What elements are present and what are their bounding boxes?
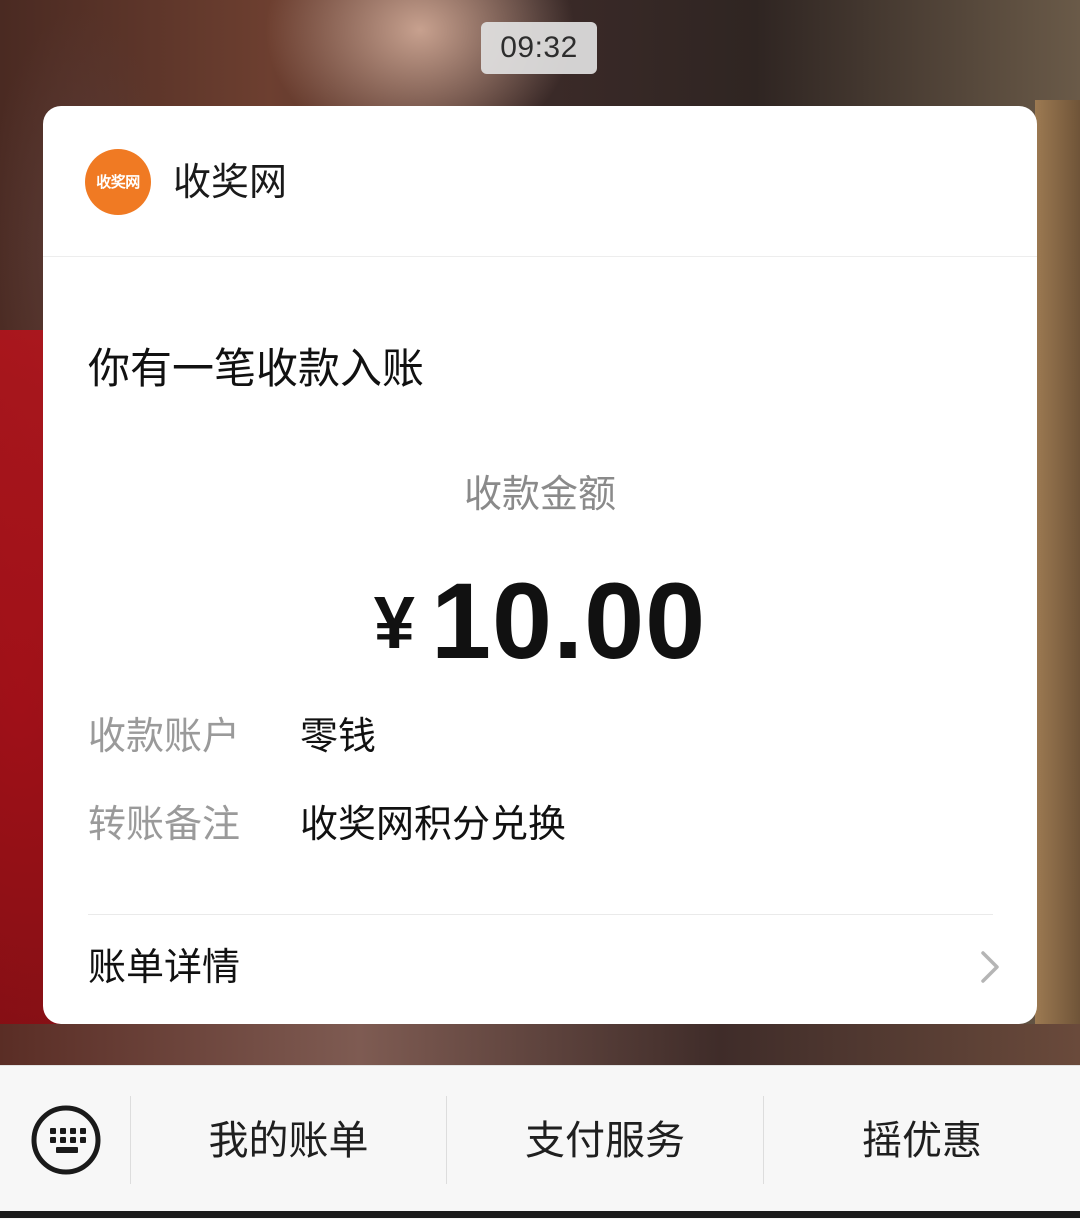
card-body: 你有一笔收款入账 收款金额 ¥10.00 收款账户 零钱 转账备注 收奖网积分兑换 … xyxy=(43,256,1037,1024)
brand-name: 收奖网 xyxy=(173,160,288,204)
detail-label: 收款账户 xyxy=(88,714,241,758)
background-wood-pillar xyxy=(1035,100,1080,1060)
chevron-right-icon xyxy=(981,951,999,983)
menu-shake-discounts[interactable]: 摇优惠 xyxy=(764,1098,1080,1184)
screen-bottom-edge xyxy=(0,1211,1080,1218)
bill-details-link[interactable]: 账单详情 xyxy=(43,915,1037,1024)
bottom-menu-bar: 我的账单 支付服务 摇优惠 xyxy=(0,1065,1080,1219)
amount-label: 收款金额 xyxy=(463,472,616,516)
time-badge: 09:32 xyxy=(481,22,597,74)
notice-title: 你有一笔收款入账 xyxy=(88,344,425,393)
detail-value: 收奖网积分兑换 xyxy=(300,802,567,846)
menu-my-bills[interactable]: 我的账单 xyxy=(131,1098,446,1184)
detail-row-remark: 转账备注 收奖网积分兑换 xyxy=(88,801,988,847)
keyboard-icon[interactable] xyxy=(30,1104,102,1176)
detail-value: 零钱 xyxy=(300,714,377,758)
brand-logo: 收奖网 xyxy=(85,149,151,215)
amount-value: 10.00 xyxy=(430,560,707,681)
detail-row-account: 收款账户 零钱 xyxy=(88,713,988,759)
background-strip xyxy=(0,1024,1080,1065)
card-header[interactable]: 收奖网 收奖网 xyxy=(43,106,1037,257)
detail-label: 转账备注 xyxy=(88,802,241,846)
bill-details-label: 账单详情 xyxy=(88,945,241,989)
menu-payment-services[interactable]: 支付服务 xyxy=(447,1098,763,1184)
amount-row: ¥10.00 xyxy=(43,566,1037,676)
payment-notification-card: 收奖网 收奖网 你有一笔收款入账 收款金额 ¥10.00 收款账户 零钱 转账备注… xyxy=(43,106,1037,1024)
currency-symbol: ¥ xyxy=(373,581,415,664)
